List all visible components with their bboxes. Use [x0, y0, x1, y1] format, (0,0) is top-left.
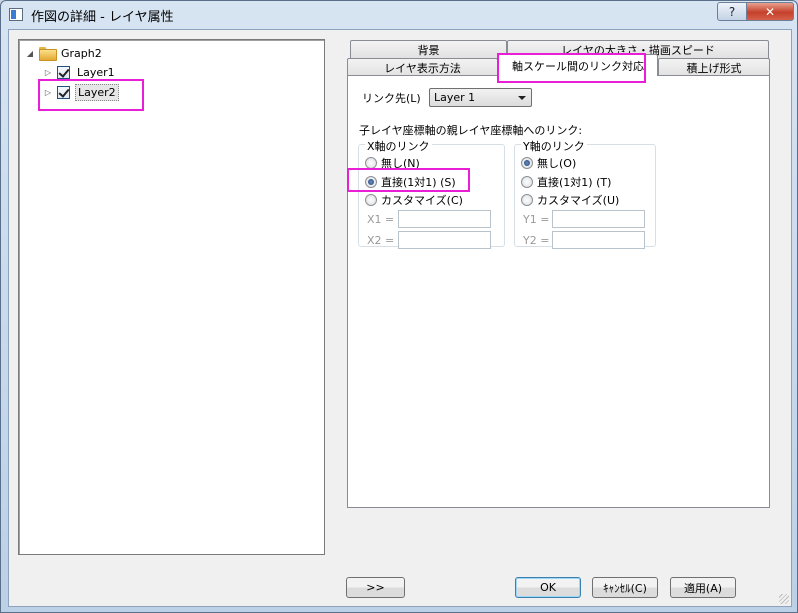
option-label: 無し(N) — [381, 157, 420, 170]
tree-item-label: Layer2 — [75, 83, 119, 101]
option-label: カスタマイズ(U) — [537, 194, 620, 207]
x-option-custom[interactable]: カスタマイズ(C) — [365, 192, 463, 208]
window-title: 作図の詳細 - レイヤ属性 — [31, 10, 174, 25]
collapse-arrow-icon[interactable]: ◢ — [25, 49, 35, 58]
y1-label: Y1 = — [523, 213, 550, 226]
chevron-down-icon — [518, 96, 526, 100]
layer-tree[interactable]: ◢ Graph2 ▷ Layer1 ▷ Layer2 — [18, 39, 325, 555]
dialog-client: ◢ Graph2 ▷ Layer1 ▷ Layer2 背景 レイヤの大きさ・描画… — [8, 29, 792, 607]
tree-root-label: Graph2 — [61, 46, 102, 60]
y2-label: Y2 = — [523, 234, 550, 247]
y-option-custom[interactable]: カスタマイズ(U) — [521, 192, 619, 208]
y1-field[interactable] — [552, 210, 645, 228]
x1-label: X1 = — [367, 213, 395, 226]
y-option-direct[interactable]: 直接(1対1) (T) — [521, 174, 611, 190]
x2-label: X2 = — [367, 234, 395, 247]
link-to-value: Layer 1 — [434, 91, 476, 104]
tree-item-label: Layer1 — [77, 65, 115, 79]
close-button[interactable]: ✕ — [746, 2, 794, 21]
dialog-window: 作図の詳細 - レイヤ属性 ? ✕ ◢ Graph2 ▷ Layer1 ▷ La… — [0, 0, 798, 613]
radio-icon[interactable] — [365, 157, 377, 169]
help-button[interactable]: ? — [717, 2, 747, 21]
tab-axis-link[interactable]: 軸スケール間のリンク対応 — [498, 54, 658, 76]
tab-background[interactable]: 背景 — [350, 40, 507, 59]
expand-arrow-icon[interactable]: ▷ — [43, 68, 53, 77]
option-label: 直接(1対1) (S) — [381, 176, 456, 189]
link-to-dropdown[interactable]: Layer 1 — [429, 88, 532, 107]
x-group-title: X軸のリンク — [365, 138, 432, 154]
section-title: 子レイヤ座標軸の親レイヤ座標軸へのリンク: — [359, 124, 583, 137]
radio-icon[interactable] — [365, 194, 377, 206]
apply-button[interactable]: 適用(A) — [670, 577, 736, 598]
cancel-button[interactable]: ｷｬﾝｾﾙ(C) — [592, 577, 658, 598]
x-option-none[interactable]: 無し(N) — [365, 155, 420, 171]
resize-grip[interactable] — [779, 594, 789, 604]
x2-field[interactable] — [398, 231, 491, 249]
window-icon — [9, 8, 23, 21]
expand-arrow-icon[interactable]: ▷ — [43, 88, 53, 97]
radio-icon[interactable] — [521, 194, 533, 206]
option-label: 無し(O) — [537, 157, 577, 170]
x1-field[interactable] — [398, 210, 491, 228]
option-label: カスタマイズ(C) — [381, 194, 463, 207]
layer1-checkbox[interactable] — [57, 65, 70, 79]
tree-root-row[interactable]: ◢ Graph2 — [25, 44, 104, 62]
layer2-checkbox[interactable] — [57, 85, 70, 99]
folder-icon — [39, 47, 57, 61]
tree-item-layer2[interactable]: ▷ Layer2 — [43, 83, 119, 101]
ok-button[interactable]: OK — [515, 577, 581, 598]
x-option-direct[interactable]: 直接(1対1) (S) — [365, 174, 456, 190]
tree-item-layer1[interactable]: ▷ Layer1 — [43, 63, 117, 81]
y-group-title: Y軸のリンク — [521, 138, 587, 154]
title-bar[interactable]: 作図の詳細 - レイヤ属性 ? ✕ — [1, 1, 797, 29]
radio-checked-icon[interactable] — [521, 157, 533, 169]
y-link-group: Y軸のリンク 無し(O) 直接(1対1) (T) カスタマイズ(U) Y1 = … — [514, 138, 656, 249]
expand-button[interactable]: >> — [346, 577, 405, 598]
y2-field[interactable] — [552, 231, 645, 249]
y-option-none[interactable]: 無し(O) — [521, 155, 576, 171]
radio-checked-icon[interactable] — [365, 176, 377, 188]
option-label: 直接(1対1) (T) — [537, 176, 612, 189]
x-link-group: X軸のリンク 無し(N) 直接(1対1) (S) カスタマイズ(C) X1 = … — [358, 138, 505, 249]
radio-icon[interactable] — [521, 176, 533, 188]
link-to-label: リンク先(L) — [362, 92, 421, 105]
